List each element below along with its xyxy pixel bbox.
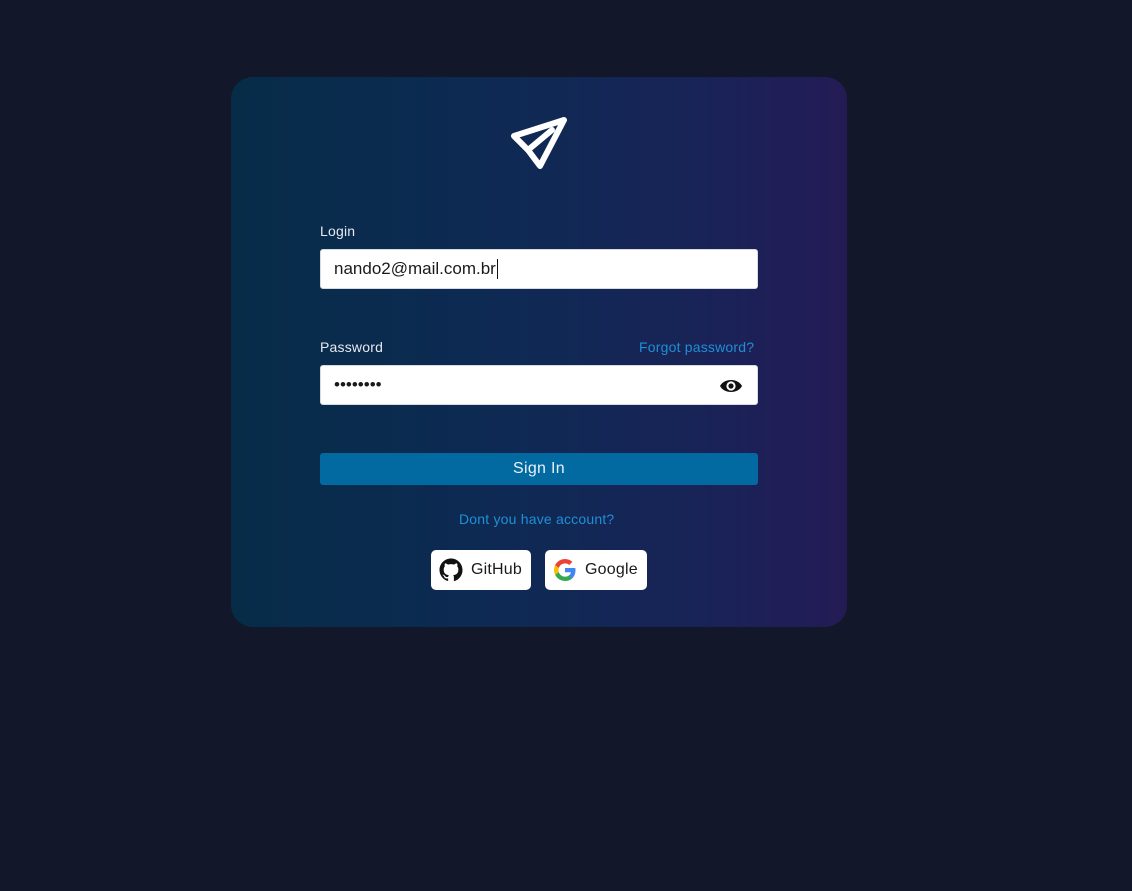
text-caret [496,259,498,279]
login-label: Login [320,223,356,239]
eye-icon[interactable] [719,376,743,396]
sign-in-button[interactable]: Sign In [320,453,758,485]
google-button[interactable]: Google [545,550,647,590]
github-button[interactable]: GitHub [431,550,531,590]
login-input-value: nando2@mail.com.br [334,259,496,278]
google-icon [554,559,576,581]
password-input[interactable]: •••••••• [320,365,758,405]
github-label: GitHub [471,561,522,578]
github-icon [439,558,463,582]
forgot-password-link[interactable]: Forgot password? [639,339,754,355]
password-label: Password [320,339,384,355]
signup-link[interactable]: Dont you have account? [459,511,614,527]
google-label: Google [585,561,638,578]
password-input-value: •••••••• [334,375,382,394]
paper-plane-logo-icon [511,117,567,169]
login-input[interactable]: nando2@mail.com.br [320,249,758,289]
